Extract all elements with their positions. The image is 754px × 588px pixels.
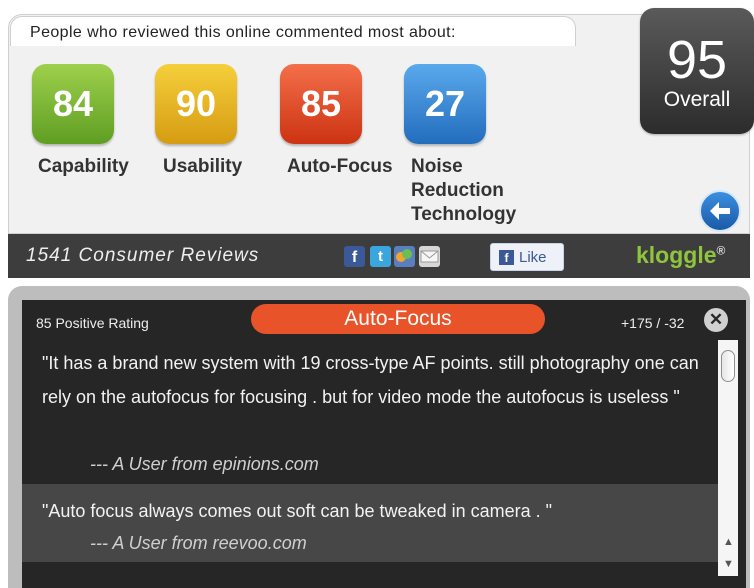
- logo-mark: ®: [716, 243, 726, 258]
- review-text: "It has a brand new system with 19 cross…: [42, 353, 699, 407]
- scroll-up-icon[interactable]: ▲: [723, 536, 734, 548]
- scrollbar-thumb[interactable]: [721, 350, 735, 382]
- review-scrollbar[interactable]: ▲ ▼: [718, 340, 738, 576]
- review-text: "Auto focus always comes out soft can be…: [42, 501, 553, 521]
- arrow-left-icon: [710, 202, 730, 220]
- back-button[interactable]: [699, 190, 741, 232]
- facebook-icon: f: [499, 250, 514, 265]
- review-detail-inner: 85 Positive Rating Auto-Focus +175 / -32…: [22, 300, 746, 588]
- auto-focus-label: Auto-Focus: [287, 156, 393, 177]
- overall-score: 95: [666, 30, 728, 90]
- summary-panel: [8, 14, 750, 234]
- review-author: --- A User from epinions.com: [90, 454, 319, 474]
- usability-score-tile[interactable]: 90: [155, 64, 237, 144]
- capability-label: Capability: [38, 156, 129, 177]
- reviews-count: 1541 Consumer Reviews: [26, 245, 260, 266]
- mail-icon[interactable]: [419, 246, 440, 267]
- facebook-like-button[interactable]: f Like: [490, 243, 564, 271]
- scroll-down-icon[interactable]: ▼: [723, 558, 734, 570]
- noise-reduction-label: Noise Reduction Technology: [411, 156, 517, 225]
- capability-score-tile[interactable]: 84: [32, 64, 114, 144]
- review-detail-panel: 85 Positive Rating Auto-Focus +175 / -32…: [8, 286, 750, 588]
- auto-focus-score-tile[interactable]: 85: [280, 64, 362, 144]
- header-text: People who reviewed this online commente…: [30, 24, 456, 41]
- like-label: Like: [519, 249, 547, 266]
- usability-label: Usability: [163, 156, 243, 177]
- logo-text: kloggle: [636, 242, 717, 268]
- messenger-icon[interactable]: [394, 246, 415, 267]
- topic-pill: Auto-Focus: [251, 304, 545, 334]
- kloggle-logo[interactable]: kloggle®: [636, 242, 725, 269]
- twitter-icon[interactable]: t: [370, 246, 391, 267]
- overall-score-box: 95 Overall: [640, 8, 754, 134]
- facebook-icon[interactable]: f: [344, 246, 365, 267]
- reviews-bar: 1541 Consumer Reviews f t f Like kloggle…: [8, 234, 750, 278]
- noise-reduction-score-tile[interactable]: 27: [404, 64, 486, 144]
- close-button[interactable]: ✕: [704, 308, 728, 332]
- overall-label: Overall: [663, 88, 731, 111]
- positive-rating: 85 Positive Rating: [36, 315, 149, 331]
- review-item: "It has a brand new system with 19 cross…: [22, 340, 718, 484]
- review-item: "Auto focus always comes out soft can be…: [22, 484, 718, 562]
- review-author: --- A User from reevoo.com: [90, 533, 307, 553]
- rating-ratio: +175 / -32: [621, 315, 685, 331]
